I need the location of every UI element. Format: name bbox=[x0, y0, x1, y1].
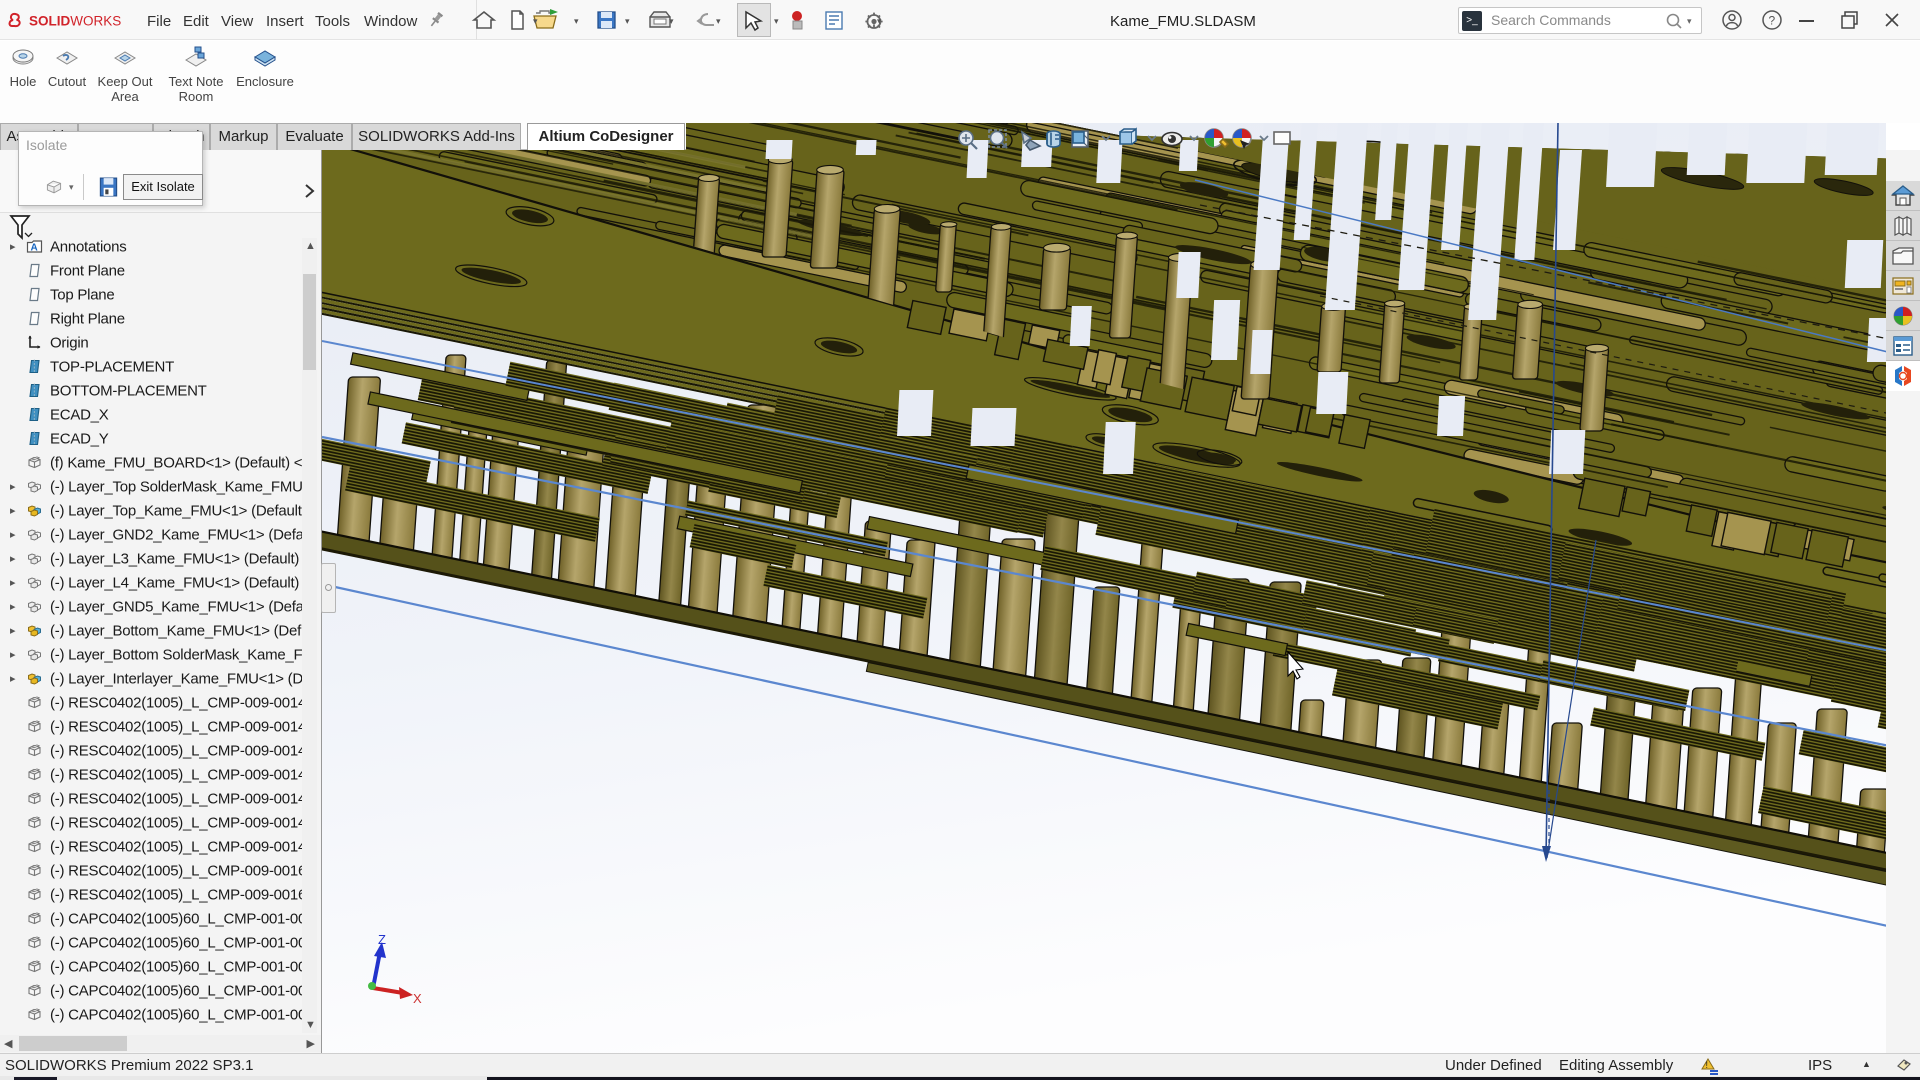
svg-text:X: X bbox=[413, 991, 422, 1006]
svg-text:SOLIDWORKS: SOLIDWORKS bbox=[29, 14, 121, 29]
svg-text:Z: Z bbox=[378, 932, 386, 947]
svg-text:!: ! bbox=[1706, 1060, 1709, 1070]
svg-text:?: ? bbox=[1769, 14, 1776, 28]
